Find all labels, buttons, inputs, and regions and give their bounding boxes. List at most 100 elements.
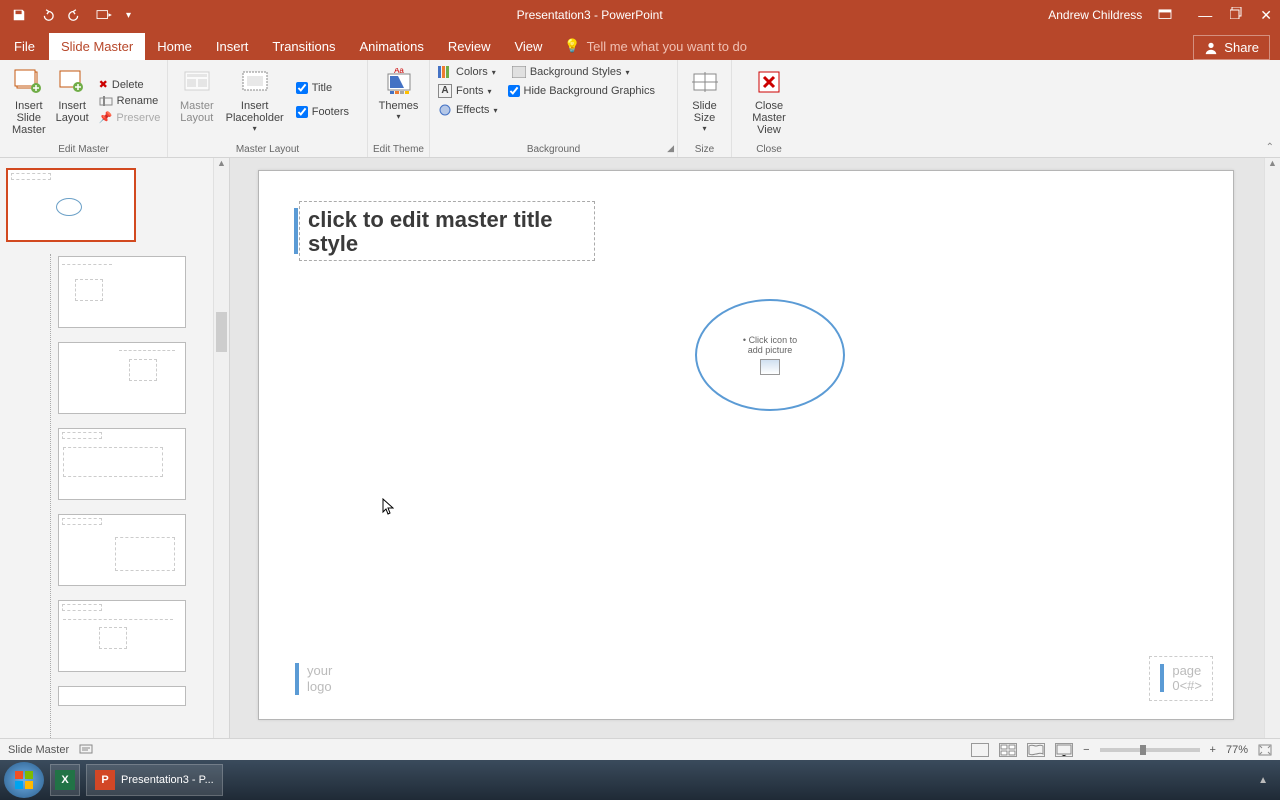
zoom-in-button[interactable]: + xyxy=(1210,744,1216,756)
footer-logo-placeholder[interactable]: your logo xyxy=(295,663,332,695)
slideshow-view-icon[interactable] xyxy=(1055,743,1073,757)
tell-me-placeholder: Tell me what you want to do xyxy=(587,39,747,54)
ribbon-display-icon[interactable] xyxy=(1158,9,1172,21)
hide-bg-label: Hide Background Graphics xyxy=(524,85,655,97)
reading-view-icon[interactable] xyxy=(1027,743,1045,757)
restore-icon[interactable] xyxy=(1230,7,1242,24)
layout-thumbnail[interactable] xyxy=(58,600,186,672)
start-from-beginning-icon[interactable] xyxy=(96,8,112,22)
edit-master-group-label: Edit Master xyxy=(0,144,167,155)
zoom-slider[interactable] xyxy=(1100,748,1200,752)
title-placeholder[interactable]: click to edit master title style xyxy=(299,201,595,261)
tray-show-hidden-icon[interactable]: ▲ xyxy=(1258,775,1276,786)
themes-button[interactable]: Aa Themes ▾ xyxy=(376,64,421,123)
notes-icon[interactable] xyxy=(79,744,93,756)
share-button[interactable]: Share xyxy=(1193,35,1270,60)
taskbar: X P Presentation3 - P... ▲ xyxy=(0,760,1280,800)
edit-theme-group-label: Edit Theme xyxy=(368,144,429,155)
taskbar-ppt-label: Presentation3 - P... xyxy=(121,774,214,786)
insert-placeholder-icon xyxy=(239,66,271,98)
close-master-view-button[interactable]: Close Master View xyxy=(740,64,798,138)
layout-thumbnail[interactable] xyxy=(58,686,186,706)
title-checkbox-input[interactable] xyxy=(296,82,308,94)
footers-checkbox-input[interactable] xyxy=(296,106,308,118)
slide-master-thumbnail[interactable] xyxy=(6,168,136,242)
page-number-field: 0<#> xyxy=(1172,678,1202,694)
tab-insert[interactable]: Insert xyxy=(204,33,261,60)
zoom-out-button[interactable]: − xyxy=(1083,744,1089,756)
master-layout-group-label: Master Layout xyxy=(168,144,367,155)
layout-thumbnail[interactable] xyxy=(58,514,186,586)
scroll-up-icon[interactable]: ▲ xyxy=(214,158,229,172)
main-area: ▲ ▼ click to edit master title style • C… xyxy=(0,158,1280,760)
rename-label: Rename xyxy=(117,95,159,107)
save-icon[interactable] xyxy=(12,8,26,22)
background-dialog-launcher[interactable]: ◢ xyxy=(667,143,674,154)
tab-transitions[interactable]: Transitions xyxy=(260,33,347,60)
hide-bg-checkbox-input[interactable] xyxy=(508,85,520,97)
lightbulb-icon: 💡 xyxy=(564,38,580,54)
canvas-scrollbar[interactable]: ▲ ▼ xyxy=(1264,158,1280,760)
layout-thumbnail[interactable] xyxy=(58,256,186,328)
status-bar: Slide Master − + 77% xyxy=(0,738,1280,760)
tab-home[interactable]: Home xyxy=(145,33,204,60)
hide-bg-checkbox[interactable]: Hide Background Graphics xyxy=(508,82,655,100)
slide-sorter-icon[interactable] xyxy=(999,743,1017,757)
insert-layout-label: Insert Layout xyxy=(56,100,89,124)
insert-placeholder-label: Insert Placeholder xyxy=(226,100,284,124)
layout-thumbnail[interactable] xyxy=(58,342,186,414)
start-button[interactable] xyxy=(4,762,44,798)
minimize-icon[interactable]: — xyxy=(1198,7,1212,24)
close-group-label: Close xyxy=(732,144,806,155)
title-bar-right: Andrew Childress — ✕ xyxy=(1048,7,1280,24)
background-styles-button[interactable]: Background Styles▾ xyxy=(512,64,630,80)
taskbar-powerpoint[interactable]: P Presentation3 - P... xyxy=(86,764,223,796)
title-checkbox-label: Title xyxy=(312,82,332,94)
footers-checkbox[interactable]: Footers xyxy=(296,103,349,121)
preserve-button[interactable]: 📌Preserve xyxy=(99,109,161,126)
delete-layout-button[interactable]: ✖Delete xyxy=(99,76,161,93)
undo-icon[interactable] xyxy=(40,8,54,22)
tab-file[interactable]: File xyxy=(0,33,49,60)
fonts-label: Fonts xyxy=(456,85,484,97)
colors-label: Colors xyxy=(456,66,488,78)
normal-view-icon[interactable] xyxy=(971,743,989,757)
tab-view[interactable]: View xyxy=(502,33,554,60)
scroll-up-icon[interactable]: ▲ xyxy=(1265,158,1280,172)
master-layout-icon xyxy=(181,66,213,98)
zoom-level[interactable]: 77% xyxy=(1226,744,1248,756)
slide-size-button[interactable]: Slide Size ▾ xyxy=(686,64,723,135)
layout-thumbnail[interactable] xyxy=(58,428,186,500)
title-checkbox[interactable]: Title xyxy=(296,79,349,97)
chevron-down-icon: ▾ xyxy=(702,124,706,133)
user-name[interactable]: Andrew Childress xyxy=(1048,8,1142,22)
master-layout-button[interactable]: Master Layout xyxy=(176,64,218,135)
insert-layout-button[interactable]: Insert Layout xyxy=(52,64,93,138)
share-person-icon xyxy=(1204,41,1218,55)
colors-button[interactable]: Colors▾ xyxy=(438,64,496,80)
tab-animations[interactable]: Animations xyxy=(348,33,436,60)
taskbar-excel[interactable]: X xyxy=(50,764,80,796)
picture-icon[interactable] xyxy=(760,359,780,375)
slide-size-icon xyxy=(689,66,721,98)
tab-slide-master[interactable]: Slide Master xyxy=(49,33,145,60)
insert-slide-master-button[interactable]: Insert Slide Master xyxy=(8,64,50,138)
size-group-label: Size xyxy=(678,144,731,155)
insert-placeholder-button[interactable]: Insert Placeholder ▾ xyxy=(222,64,288,135)
close-icon[interactable]: ✕ xyxy=(1260,7,1272,24)
fit-to-window-icon[interactable] xyxy=(1258,744,1272,756)
effects-button[interactable]: Effects▾ xyxy=(438,102,669,118)
insert-slide-master-label: Insert Slide Master xyxy=(12,100,46,136)
picture-placeholder[interactable]: • Click icon to add picture xyxy=(695,299,845,411)
redo-icon[interactable] xyxy=(68,8,82,22)
collapse-ribbon-icon[interactable]: ⌃ xyxy=(1266,142,1274,153)
page-number-placeholder[interactable]: page 0<#> xyxy=(1149,656,1213,701)
tell-me-search[interactable]: 💡 Tell me what you want to do xyxy=(554,32,757,60)
thumbnail-scrollbar[interactable]: ▲ ▼ xyxy=(213,158,229,760)
tab-review[interactable]: Review xyxy=(436,33,503,60)
fonts-button[interactable]: AFonts▾ xyxy=(438,82,492,100)
rename-layout-button[interactable]: Rename xyxy=(99,93,161,109)
slide-master[interactable]: click to edit master title style • Click… xyxy=(258,170,1234,720)
picture-placeholder-text: Click icon to add picture xyxy=(748,335,797,355)
themes-label: Themes xyxy=(379,100,419,112)
